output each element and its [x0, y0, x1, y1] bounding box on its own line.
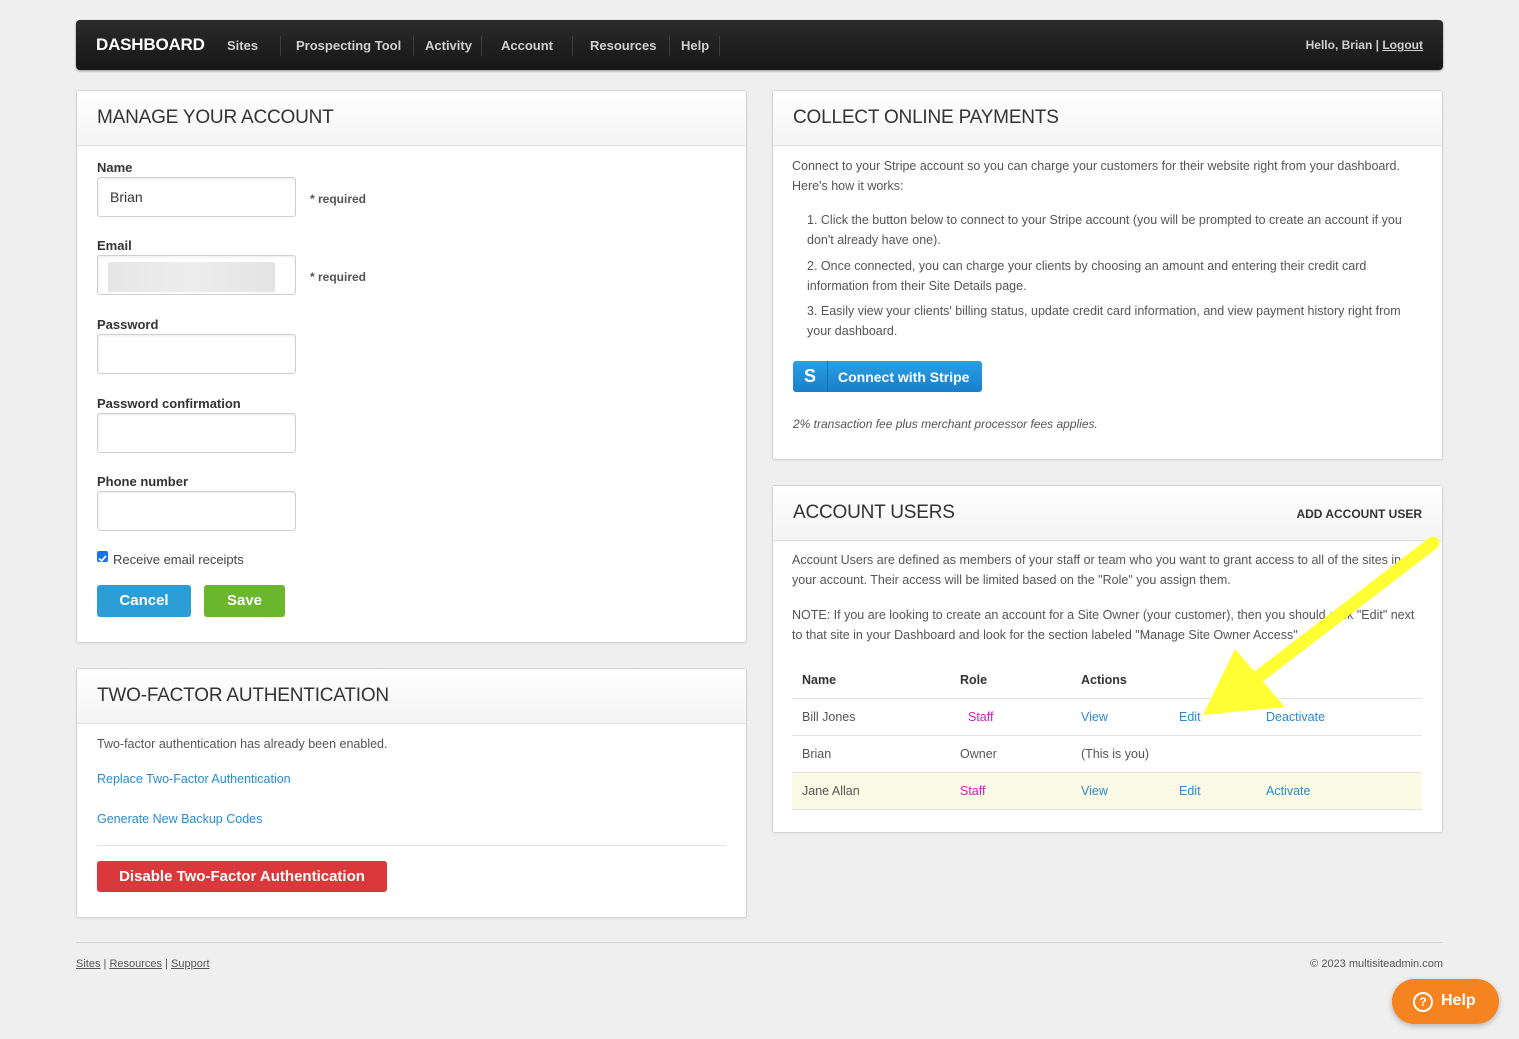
footer-resources-link[interactable]: Resources [109, 958, 162, 970]
help-widget-button[interactable]: ? Help [1392, 979, 1499, 1024]
footer-divider [76, 942, 1443, 943]
footer-sites-link[interactable]: Sites [76, 958, 100, 970]
footer-support-link[interactable]: Support [171, 958, 210, 970]
footer-separator: | [165, 958, 168, 970]
copyright: © 2023 multisiteadmin.com [1310, 958, 1443, 970]
footer-separator: | [103, 958, 107, 970]
annotation-arrow-icon [1203, 536, 1440, 715]
footer-links: Sites | Resources | Support [76, 958, 210, 970]
question-icon: ? [1413, 992, 1433, 1012]
help-label: Help [1441, 992, 1476, 1009]
